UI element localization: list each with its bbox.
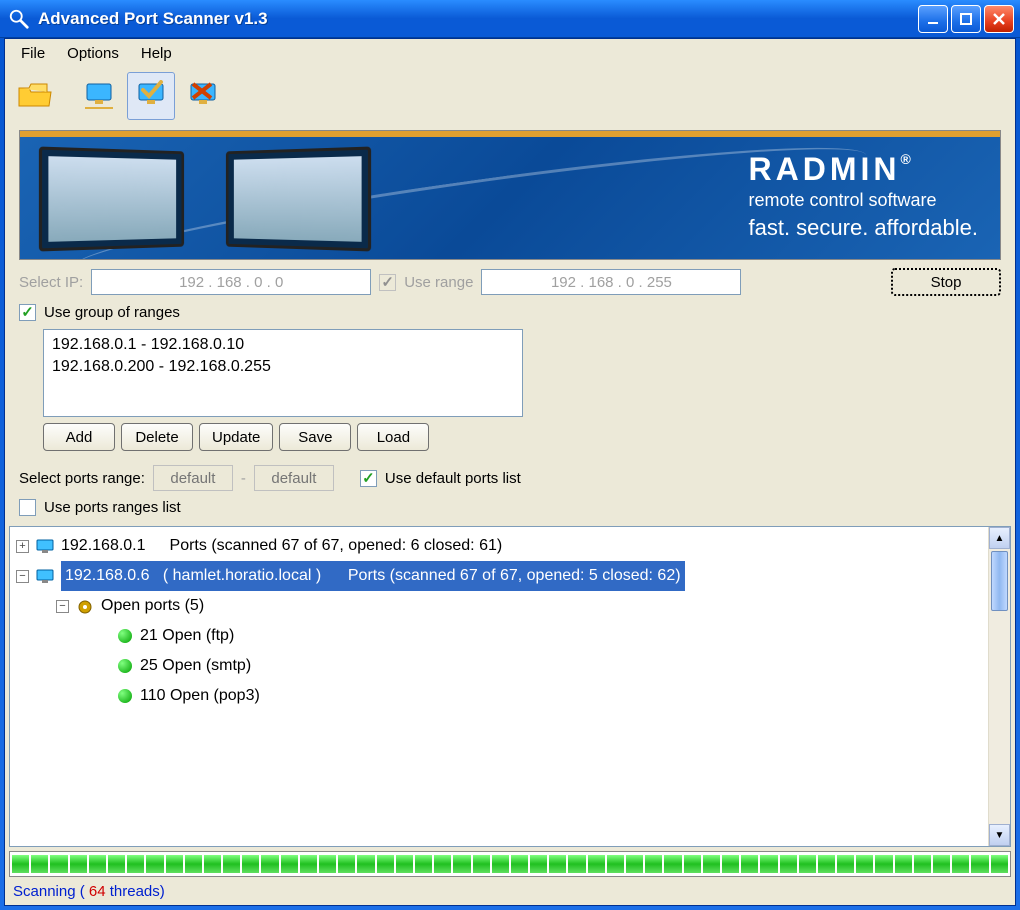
monitor-icon (81, 80, 117, 113)
menu-file[interactable]: File (11, 43, 55, 64)
menu-help[interactable]: Help (131, 43, 182, 64)
progress-bar (9, 851, 1011, 877)
ip-from-input[interactable]: 192 . 168 . 0 . 0 (91, 269, 371, 295)
ports-range-label: Select ports range: (19, 470, 145, 487)
ip-row: Select IP: 192 . 168 . 0 . 0 Use range 1… (19, 268, 1001, 296)
toolbar (5, 68, 1015, 130)
app-icon (8, 8, 30, 30)
port-row[interactable]: 25 Open (smtp) (12, 651, 986, 681)
use-group-label: Use group of ranges (44, 304, 180, 321)
scroll-down-button[interactable]: ▼ (989, 824, 1010, 846)
monitor-delete-icon (185, 80, 221, 113)
toolbar-network-button[interactable] (75, 72, 123, 120)
delete-button[interactable]: Delete (121, 423, 193, 451)
toolbar-scan-button[interactable] (127, 72, 175, 120)
status-suffix: threads) (106, 883, 165, 900)
use-ports-ranges-checkbox[interactable] (19, 499, 36, 516)
banner-subtitle1: remote control software (748, 190, 978, 211)
port-label: 25 Open (smtp) (140, 651, 251, 681)
port-row[interactable]: 21 Open (ftp) (12, 621, 986, 651)
use-range-checkbox[interactable] (379, 274, 396, 291)
host-ip: 192.168.0.1 (61, 531, 146, 561)
use-range-label: Use range (404, 274, 473, 291)
monitor-check-icon (133, 80, 169, 113)
stop-button[interactable]: Stop (891, 268, 1001, 296)
toolbar-open-button[interactable] (11, 72, 59, 120)
status-open-icon (118, 689, 132, 703)
scroll-up-button[interactable]: ▲ (989, 527, 1010, 549)
add-button[interactable]: Add (43, 423, 115, 451)
maximize-button[interactable] (951, 5, 981, 33)
computer-icon (35, 567, 55, 585)
host-name: hamlet.horatio.local (173, 567, 312, 584)
open-ports-label: Open ports (5) (101, 591, 204, 621)
open-ports-row[interactable]: Open ports (5) (12, 591, 986, 621)
gear-icon (75, 597, 95, 615)
app-window: Advanced Port Scanner v1.3 File Options … (0, 0, 1020, 910)
use-default-ports-label: Use default ports list (385, 470, 521, 487)
save-button[interactable]: Save (279, 423, 351, 451)
port-row[interactable]: 110 Open (pop3) (12, 681, 986, 711)
range-item[interactable]: 192.168.0.200 - 192.168.0.255 (52, 356, 514, 378)
port-label: 21 Open (ftp) (140, 621, 234, 651)
host-summary: Ports (scanned 67 of 67, opened: 5 close… (348, 567, 681, 584)
expand-icon[interactable] (16, 540, 29, 553)
client-area: File Options Help (4, 38, 1016, 906)
menu-options[interactable]: Options (57, 43, 129, 64)
load-button[interactable]: Load (357, 423, 429, 451)
window-title: Advanced Port Scanner v1.3 (38, 9, 918, 29)
close-button[interactable] (984, 5, 1014, 33)
banner-brand: RADMIN (748, 151, 900, 187)
banner-subtitle2: fast. secure. affordable. (748, 215, 978, 241)
folder-icon (17, 80, 53, 113)
host-row[interactable]: 192.168.0.6 ( hamlet.horatio.local ) Por… (12, 561, 986, 591)
minimize-button[interactable] (918, 5, 948, 33)
host-row[interactable]: 192.168.0.1 Ports (scanned 67 of 67, ope… (12, 531, 986, 561)
results-tree: 192.168.0.1 Ports (scanned 67 of 67, ope… (9, 526, 1011, 847)
computer-icon (35, 537, 55, 555)
use-ports-ranges-label: Use ports ranges list (44, 499, 181, 516)
ip-to-input[interactable]: 192 . 168 . 0 . 255 (481, 269, 741, 295)
collapse-icon[interactable] (16, 570, 29, 583)
port-from-input[interactable] (153, 465, 233, 491)
radmin-banner[interactable]: RADMIN® remote control software fast. se… (19, 130, 1001, 260)
use-default-ports-checkbox[interactable] (360, 470, 377, 487)
scroll-thumb[interactable] (991, 551, 1008, 611)
port-label: 110 Open (pop3) (140, 681, 260, 711)
vertical-scrollbar[interactable]: ▲ ▼ (988, 527, 1010, 846)
collapse-icon[interactable] (56, 600, 69, 613)
status-bar: Scanning ( 64 threads) (5, 881, 1015, 905)
status-thread-count: 64 (89, 883, 106, 900)
use-group-checkbox[interactable] (19, 304, 36, 321)
status-prefix: Scanning ( (13, 883, 89, 900)
window-controls (918, 5, 1014, 33)
toolbar-remove-button[interactable] (179, 72, 227, 120)
host-ip: 192.168.0.6 (65, 567, 150, 584)
range-item[interactable]: 192.168.0.1 - 192.168.0.10 (52, 334, 514, 356)
status-open-icon (118, 629, 132, 643)
port-to-input[interactable] (254, 465, 334, 491)
ranges-listbox[interactable]: 192.168.0.1 - 192.168.0.10 192.168.0.200… (43, 329, 523, 417)
status-open-icon (118, 659, 132, 673)
select-ip-label: Select IP: (19, 274, 83, 291)
update-button[interactable]: Update (199, 423, 273, 451)
title-bar[interactable]: Advanced Port Scanner v1.3 (0, 0, 1020, 38)
host-summary: Ports (scanned 67 of 67, opened: 6 close… (170, 531, 503, 561)
menu-bar: File Options Help (5, 39, 1015, 68)
